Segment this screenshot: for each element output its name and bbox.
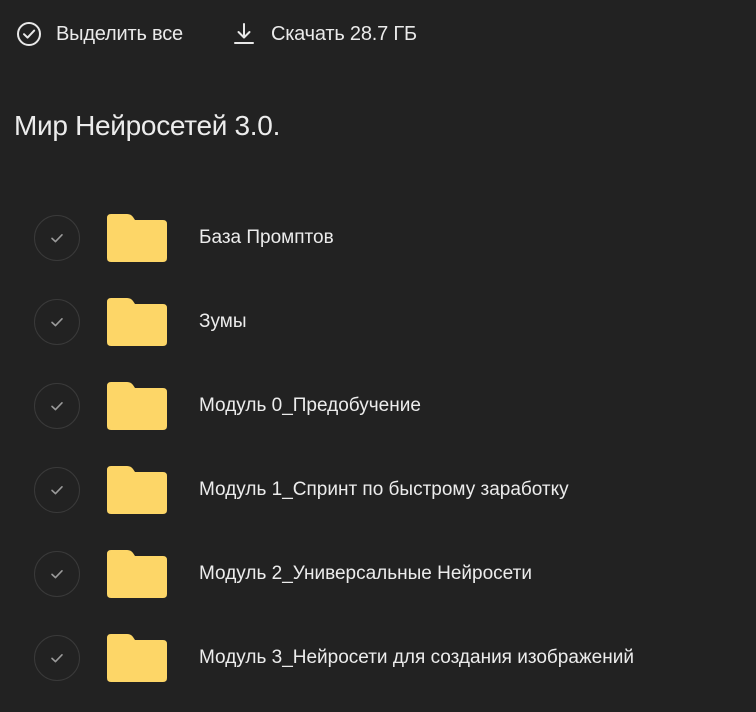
select-checkbox[interactable]	[34, 551, 80, 597]
list-item-label: Зумы	[199, 311, 247, 332]
list-item[interactable]: База Промптов	[34, 196, 734, 280]
list-item-label: Модуль 3_Нейросети для создания изображе…	[199, 647, 634, 668]
checkmark-icon	[51, 318, 63, 327]
list-item[interactable]: Модуль 1_Спринт по быстрому заработку	[34, 448, 734, 532]
list-item[interactable]: Зумы	[34, 280, 734, 364]
folder-icon	[107, 634, 167, 682]
select-checkbox[interactable]	[34, 467, 80, 513]
list-item[interactable]: Модуль 0_Предобучение	[34, 364, 734, 448]
download-icon	[231, 21, 257, 47]
public-folder-page: Выделить все Скачать 28.7 ГБ Мир Нейросе…	[0, 0, 756, 712]
check-circle-icon	[16, 21, 42, 47]
select-checkbox[interactable]	[34, 635, 80, 681]
list-item[interactable]: Модуль 3_Нейросети для создания изображе…	[34, 616, 734, 700]
download-button[interactable]: Скачать 28.7 ГБ	[231, 21, 417, 47]
list-item-label: Модуль 0_Предобучение	[199, 395, 421, 416]
select-checkbox[interactable]	[34, 215, 80, 261]
select-checkbox[interactable]	[34, 299, 80, 345]
checkmark-icon	[51, 654, 63, 663]
checkmark-icon	[51, 234, 63, 243]
folder-icon	[107, 550, 167, 598]
folder-icon	[107, 466, 167, 514]
list-item-label: Модуль 1_Спринт по быстрому заработку	[199, 479, 569, 500]
folder-icon	[107, 298, 167, 346]
page-title: Мир Нейросетей 3.0.	[14, 110, 281, 141]
folder-icon	[107, 214, 167, 262]
list-item-label: База Промптов	[199, 227, 334, 248]
select-all-label: Выделить все	[56, 22, 183, 45]
toolbar: Выделить все Скачать 28.7 ГБ	[16, 18, 417, 50]
list-item-label: Модуль 2_Универсальные Нейросети	[199, 563, 532, 584]
list-item[interactable]: Модуль 2_Универсальные Нейросети	[34, 532, 734, 616]
folder-icon	[107, 382, 167, 430]
checkmark-icon	[51, 486, 63, 495]
file-list: База Промптов Зумы Модуль 0_Предобучение…	[34, 196, 734, 700]
checkmark-icon	[51, 570, 63, 579]
select-all-button[interactable]: Выделить все	[16, 21, 183, 47]
select-checkbox[interactable]	[34, 383, 80, 429]
checkmark-icon	[51, 402, 63, 411]
download-label: Скачать 28.7 ГБ	[270, 22, 417, 45]
